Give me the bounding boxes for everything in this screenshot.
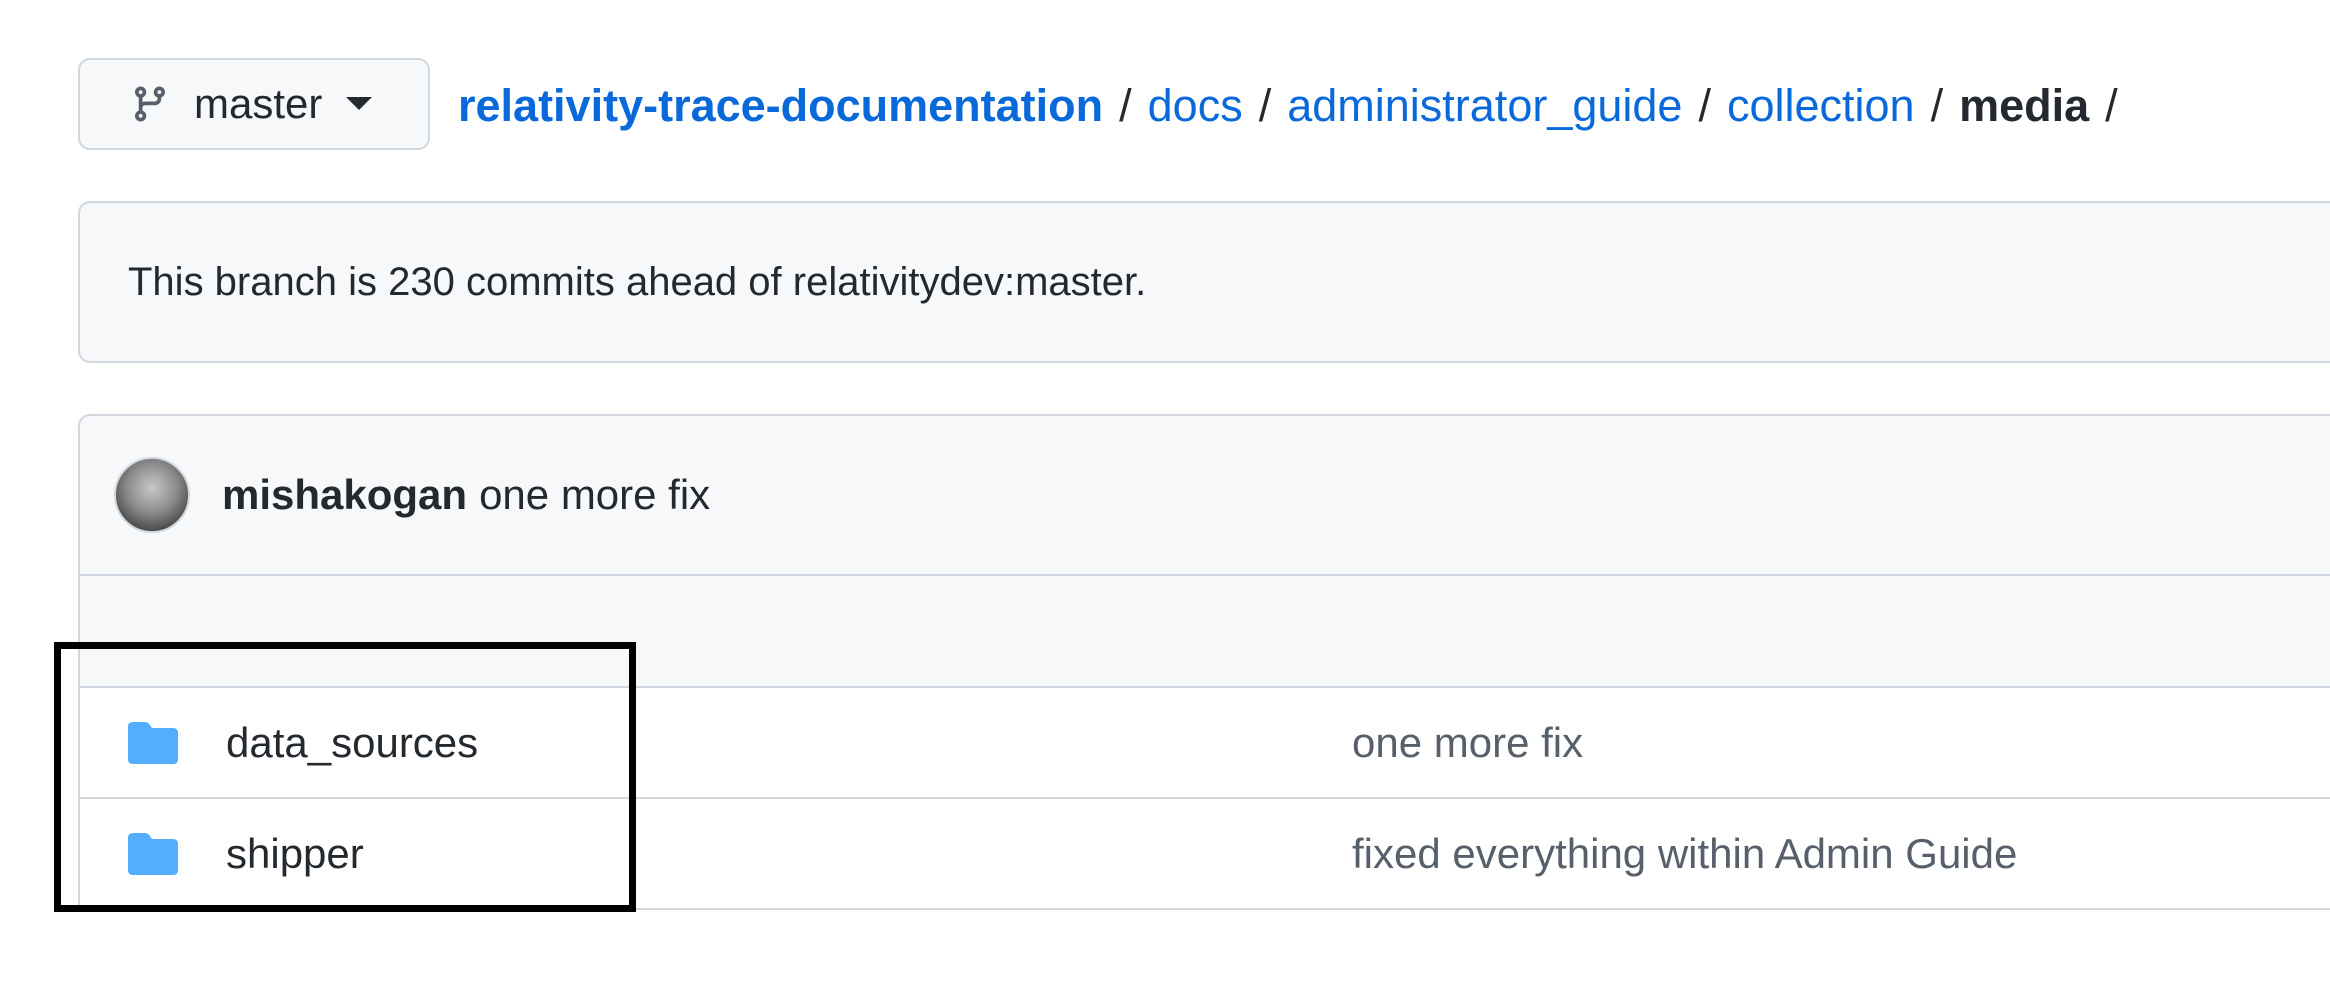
user-avatar[interactable]	[114, 457, 190, 533]
file-row[interactable]: data_sources one more fix	[80, 688, 2330, 799]
git-branch-icon	[130, 82, 170, 126]
breadcrumb-separator: /	[1930, 80, 1944, 131]
file-name-link[interactable]: data_sources	[226, 719, 478, 767]
folder-icon	[128, 721, 178, 764]
file-name-link[interactable]: shipper	[226, 830, 364, 878]
breadcrumb-separator: /	[1698, 80, 1711, 131]
breadcrumb-link-administrator-guide[interactable]: administrator_guide	[1287, 80, 1682, 132]
breadcrumb-separator: /	[2105, 80, 2118, 131]
branch-ahead-notice: This branch is 230 commits ahead of rela…	[78, 201, 2330, 363]
parent-directory-row[interactable]	[80, 576, 2330, 688]
file-row[interactable]: shipper fixed everything within Admin Gu…	[80, 799, 2330, 910]
triangle-down-icon	[346, 97, 373, 111]
breadcrumb-repo-link[interactable]: relativity-trace-documentation	[458, 80, 1103, 132]
commit-message-link[interactable]: one more fix	[479, 471, 710, 519]
branch-select-button[interactable]: master	[78, 58, 430, 150]
file-list: mishakogan one more fix data_sources one…	[78, 414, 2330, 911]
breadcrumb-separator: /	[1258, 80, 1272, 131]
file-commit-message[interactable]: fixed everything within Admin Guide	[1352, 830, 2017, 878]
breadcrumb-separator: /	[1119, 80, 1132, 131]
folder-icon	[128, 832, 178, 875]
file-commit-message[interactable]: one more fix	[1352, 719, 1583, 767]
branch-ahead-text: This branch is 230 commits ahead of rela…	[128, 259, 1147, 304]
breadcrumb-current: media	[1959, 80, 2090, 131]
breadcrumb-link-docs[interactable]: docs	[1148, 80, 1243, 132]
commit-author-link[interactable]: mishakogan	[222, 471, 467, 519]
branch-name: master	[194, 80, 323, 127]
breadcrumb: relativity-trace-documentation / docs / …	[458, 76, 2134, 136]
breadcrumb-link-collection[interactable]: collection	[1727, 80, 1915, 132]
latest-commit-bar: mishakogan one more fix	[80, 416, 2330, 576]
